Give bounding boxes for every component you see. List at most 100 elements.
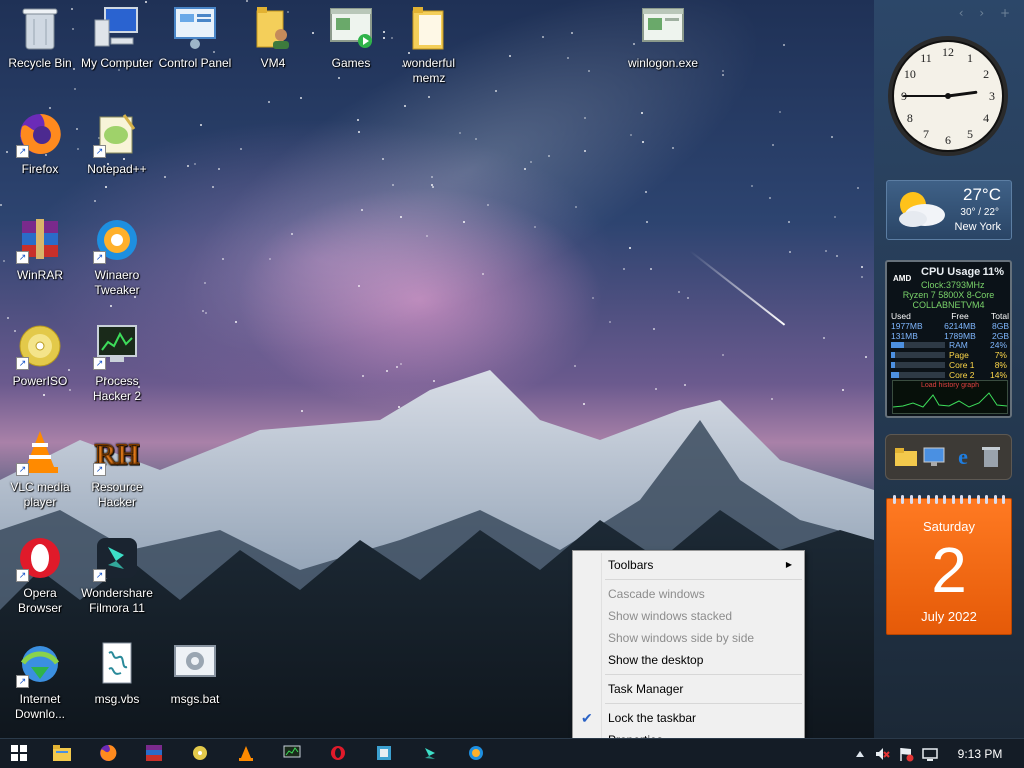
taskbar-button-winaero[interactable] [454, 739, 498, 768]
star [74, 88, 76, 90]
star [836, 255, 838, 257]
monitor-icon[interactable] [922, 445, 946, 469]
star [204, 282, 206, 284]
star [428, 96, 430, 98]
star [392, 184, 394, 186]
desktop-icon-resourcehacker[interactable]: RH ↗ Resource Hacker [77, 428, 157, 510]
star [235, 321, 237, 323]
internet-explorer-icon[interactable]: e [951, 445, 975, 469]
desktop-icon-notepadpp[interactable]: ↗ Notepad++ [77, 110, 157, 177]
star [400, 216, 402, 218]
taskbar-button-filmora[interactable] [408, 739, 452, 768]
start-button[interactable] [0, 739, 38, 768]
menu-item-lock-taskbar[interactable]: ✔ Lock the taskbar [575, 707, 802, 729]
clock-numeral: 6 [945, 133, 951, 147]
star [382, 158, 384, 160]
taskbar-clock[interactable]: 9:13 PM [944, 739, 1016, 768]
desktop-icon-winrar[interactable]: ↗ WinRAR [0, 216, 80, 283]
desktop-icon-games[interactable]: Games [311, 4, 391, 71]
desktop-icon-poweriso[interactable]: ↗ PowerISO [0, 322, 80, 389]
desktop-icon-msgvbs[interactable]: msg.vbs [77, 640, 157, 707]
meter-fill [891, 372, 899, 378]
desktop-icon-vm4[interactable]: VM4 [233, 4, 313, 71]
desktop-icon-label: VLC media player [10, 480, 70, 509]
desktop-icon-filmora[interactable]: ↗ Wondershare Filmora 11 [77, 534, 157, 616]
desktop-icon-msgsbat[interactable]: msgs.bat [155, 640, 235, 707]
weather-gadget[interactable]: 27°C 30° / 22° New York [886, 180, 1012, 240]
menu-item-task-manager[interactable]: Task Manager [575, 678, 802, 700]
star [7, 317, 9, 319]
desktop-icon-opera[interactable]: ↗ Opera Browser [0, 534, 80, 616]
memory-table: Used Free Total 1977MB 6214MB 8GB 131MB … [891, 311, 1009, 341]
mem-cell: 1977MB [891, 321, 923, 331]
clock-numeral: 5 [967, 127, 973, 141]
sidebar-controls[interactable]: ‹ › + [959, 6, 1016, 20]
star [187, 165, 189, 167]
desktop-icon-idm[interactable]: ↗ Internet Downlo... [0, 640, 80, 722]
svg-text:e: e [958, 446, 968, 468]
network-icon[interactable] [922, 746, 938, 762]
taskbar-button-opera[interactable] [316, 739, 360, 768]
desktop-icon-label: PowerISO [12, 374, 68, 388]
action-center-flag-icon[interactable] [898, 746, 914, 762]
show-hidden-icons-icon[interactable] [852, 746, 868, 762]
desktop-icon-my-computer[interactable]: My Computer [77, 4, 157, 71]
star [300, 97, 302, 99]
opera-icon: ↗ [16, 534, 64, 582]
taskbar-button-explorer[interactable] [40, 739, 84, 768]
star [105, 186, 107, 188]
menu-item-label: Lock the taskbar [608, 711, 697, 725]
desktop-icon-label: Control Panel [158, 56, 232, 70]
taskbar-button-process-hacker[interactable] [270, 739, 314, 768]
taskbar-button-resource-hacker[interactable] [362, 739, 406, 768]
desktop-icon-label: winlogon.exe [627, 56, 699, 70]
taskbar-button-poweriso[interactable] [178, 739, 222, 768]
vlc-icon [238, 745, 254, 764]
clock-numeral: 11 [920, 51, 932, 65]
star [575, 206, 577, 208]
shortcut-arrow-icon: ↗ [16, 463, 29, 476]
menu-item-show-windows-side-by-side[interactable]: Show windows side by side [575, 627, 802, 649]
desktop-icon-vlc[interactable]: ↗ VLC media player [0, 428, 80, 510]
trash-icon[interactable] [979, 445, 1003, 469]
desktop-icon-label: Games [331, 56, 371, 70]
taskbar-button-vlc[interactable] [224, 739, 268, 768]
calendar-gadget[interactable]: Saturday 2 July 2022 [886, 495, 1012, 635]
poweriso-icon [192, 745, 208, 764]
star [722, 74, 724, 76]
winrar-icon: ↗ [16, 216, 64, 264]
star [645, 191, 647, 193]
desktop-icon-label: VM4 [260, 56, 286, 70]
star [588, 70, 590, 72]
recycle-bin-icon [16, 4, 64, 52]
clock-gadget[interactable]: 123456789101112 [886, 34, 1010, 158]
taskbar-button-winrar[interactable] [132, 739, 176, 768]
menu-item-label: Show the desktop [608, 653, 704, 667]
desktop-icon-winaero[interactable]: ↗ Winaero Tweaker [77, 216, 157, 298]
meteor-streak [689, 250, 786, 326]
mem-cell: 8GB [991, 321, 1009, 331]
filmora-icon [422, 745, 438, 764]
volume-muted-icon[interactable] [874, 746, 890, 762]
desktop-icon-firefox[interactable]: ↗ Firefox [0, 110, 80, 177]
menu-item-toolbars[interactable]: Toolbars ▶ [575, 554, 802, 576]
taskbar-button-firefox[interactable] [86, 739, 130, 768]
cpu-clock: Clock:3793MHz [921, 280, 985, 290]
desktop-icon-processhacker[interactable]: ↗ Process Hacker 2 [77, 322, 157, 404]
menu-item-show-desktop[interactable]: Show the desktop [575, 649, 802, 671]
desktop-icon-wonderful-memz[interactable]: wonderful memz [389, 4, 469, 86]
desktop-icon-winlogon[interactable]: winlogon.exe [623, 4, 703, 71]
desktop-icon-label: Winaero Tweaker [94, 268, 140, 297]
menu-item-cascade-windows[interactable]: Cascade windows [575, 583, 802, 605]
taskbar[interactable]: 9:13 PM [0, 738, 1024, 768]
star [751, 185, 753, 187]
folder-icon[interactable] [894, 445, 918, 469]
star [623, 268, 625, 270]
desktop-icon-control-panel[interactable]: Control Panel [155, 4, 235, 71]
quick-launch-gadget: e [885, 434, 1012, 480]
desktop-icon-label: wonderful memz [402, 56, 456, 85]
cpu-meter-gadget[interactable]: AMD CPU Usage 11% Clock:3793MHz Ryzen 7 … [885, 260, 1012, 418]
star [530, 161, 532, 163]
menu-item-show-windows-stacked[interactable]: Show windows stacked [575, 605, 802, 627]
desktop-icon-recycle-bin[interactable]: Recycle Bin [0, 4, 80, 71]
